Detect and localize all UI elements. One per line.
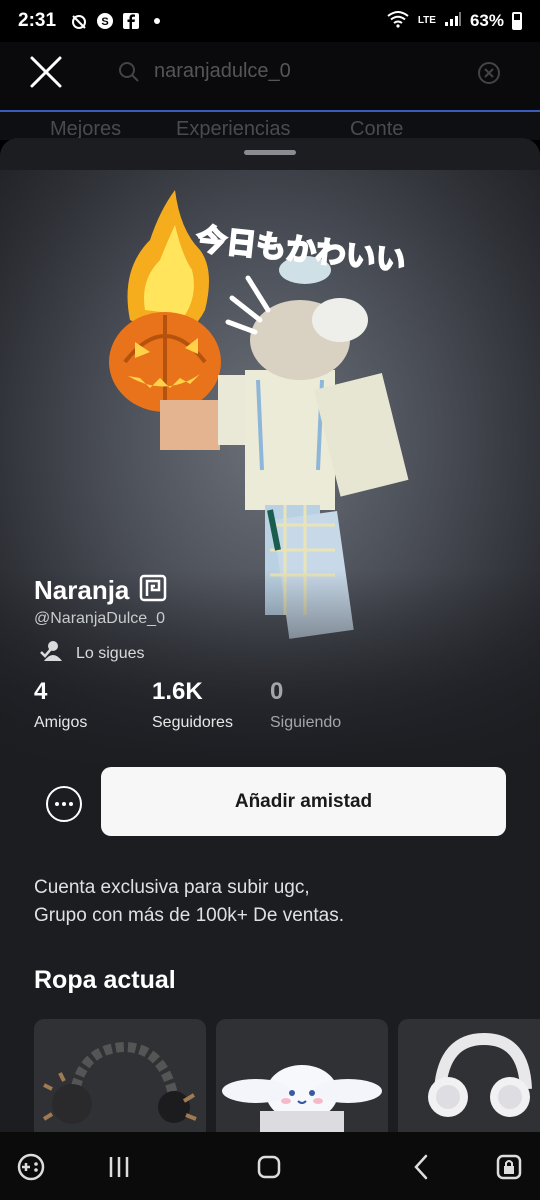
search-icon [119,61,139,82]
outfit-item-cinnamoroll[interactable] [216,1019,388,1132]
dot-icon [148,12,166,30]
profile-bio: Cuenta exclusiva para subir ugc, Grupo c… [34,874,344,930]
stat-friends[interactable]: 4 Amigos [34,678,87,732]
status-bar: 2:31 S LTE 63% [0,0,540,42]
facebook-icon [122,12,140,30]
recent-apps-icon [109,1157,129,1177]
stat-value: 4 [34,678,48,705]
home-icon [257,1155,281,1179]
battery-percent: 63% [469,11,504,30]
clear-search-button[interactable] [478,62,500,89]
close-button[interactable] [26,52,66,92]
system-nav-bar [0,1132,540,1200]
profile-sheet: 今日もかわいい Naranja @NaranjaDulce_0 Lo sigue… [0,138,540,1132]
display-name: Naranja [34,575,130,605]
app-s-icon: S [96,12,114,30]
clear-icon [478,62,500,84]
outfit-section-title: Ropa actual [34,966,176,994]
sheet-grabber[interactable] [244,150,296,155]
bio-line: Cuenta exclusiva para subir ugc, [34,877,310,898]
username: @NaranjaDulce_0 [34,610,165,627]
add-friend-button[interactable]: Añadir amistad [101,767,506,836]
svg-text:S: S [101,16,108,28]
more-icon [55,802,59,806]
tab-experiencias[interactable]: Experiencias [176,118,291,140]
stat-following[interactable]: 0 Siguiendo [270,678,341,732]
close-icon [30,56,62,88]
spiked-headphones-image [42,1041,197,1124]
back-icon [414,1154,428,1180]
following-status[interactable]: Lo sigues [40,640,145,667]
gamepad-icon [17,1153,45,1181]
outfit-item-headphones-chain[interactable] [34,1019,206,1132]
wifi-icon [386,10,410,33]
stat-label: Siguiendo [270,714,342,731]
verified-badge-icon [139,574,167,607]
outfit-items [0,1019,540,1132]
search-field[interactable]: naranjadulce_0 [118,60,291,83]
stat-value: 1.6K [152,678,203,705]
outfit-item-earmuffs[interactable] [398,1019,540,1132]
bio-line: Grupo con más de 100k+ De ventas. [34,905,344,926]
search-header: naranjadulce_0 [0,42,540,112]
more-options-button[interactable] [46,786,82,822]
tab-mejores[interactable]: Mejores [50,118,121,140]
search-tabs: Mejores Experiencias Conte [0,112,540,140]
status-time: 2:31 [18,10,57,31]
stat-label: Seguidores [152,714,233,731]
back-button[interactable] [406,1152,436,1182]
home-button[interactable] [254,1152,284,1182]
accessibility-button[interactable] [494,1152,524,1182]
network-type: LTE [417,15,436,26]
recent-apps-button[interactable] [104,1152,134,1182]
tab-contenido[interactable]: Conte [350,118,403,140]
stat-value: 0 [270,678,284,705]
name-row: Naranja [34,574,167,607]
signal-icon [444,11,462,32]
battery-icon [512,12,522,30]
white-earmuffs-image [428,1032,532,1117]
following-label: Lo sigues [76,644,145,662]
game-launcher-button[interactable] [16,1152,46,1182]
cinnamoroll-image [222,1065,382,1132]
user-check-icon [40,640,64,667]
keyboard-lock-icon [496,1154,522,1180]
stat-followers[interactable]: 1.6K Seguidores [152,678,233,732]
search-text: naranjadulce_0 [154,60,291,82]
stat-label: Amigos [34,714,88,731]
notification-icon [70,12,88,30]
